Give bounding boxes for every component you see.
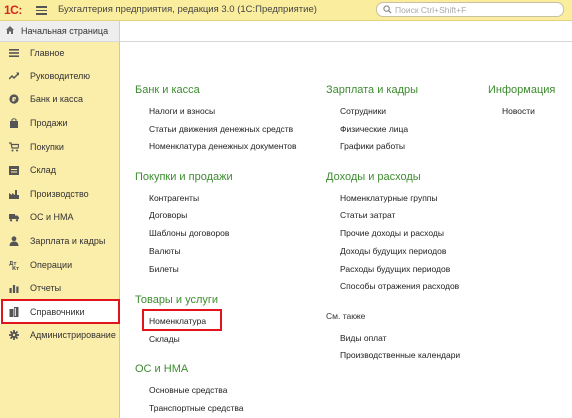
link-money-documents[interactable]: Номенклатура денежных документов <box>149 141 296 151</box>
sidebar-item-admin[interactable]: Администрирование <box>0 324 119 347</box>
sidebar-item-bank[interactable]: ₽ Банк и касса <box>0 88 119 111</box>
sidebar-item-label: Отчеты <box>30 283 62 293</box>
section-title-income: Доходы и расходы <box>326 171 421 183</box>
sidebar-item-label: Руководителю <box>30 71 91 81</box>
link-expense-reflection[interactable]: Способы отражения расходов <box>340 281 459 291</box>
cart-icon <box>9 142 19 152</box>
sidebar-item-label: Продажи <box>30 118 68 128</box>
sidebar-item-operations[interactable]: Дт Кт Операции <box>0 254 119 277</box>
coin-icon: ₽ <box>9 94 19 104</box>
section-title-bank: Банк и касса <box>135 84 200 96</box>
sidebar-item-label: Администрирование <box>30 330 116 340</box>
sidebar-item-main[interactable]: Главное <box>0 42 119 65</box>
title-bar: 1С: Бухгалтерия предприятия, редакция 3.… <box>0 0 572 21</box>
bag-icon <box>10 118 18 128</box>
sidebar-item-warehouse[interactable]: Склад <box>0 159 119 182</box>
home-icon <box>6 26 14 34</box>
svg-text:Кт: Кт <box>12 266 19 270</box>
section-title-sales: Покупки и продажи <box>135 171 233 183</box>
sidebar-item-label: Банк и касса <box>30 94 83 104</box>
list-icon <box>9 49 19 57</box>
search-input[interactable] <box>395 3 555 16</box>
sidebar-item-reports[interactable]: Отчеты <box>0 277 119 300</box>
search-icon <box>383 5 392 14</box>
sidebar-item-sales[interactable]: Продажи <box>0 112 119 135</box>
link-fixed-assets[interactable]: Основные средства <box>149 385 227 395</box>
link-employees[interactable]: Сотрудники <box>340 106 386 116</box>
link-currencies[interactable]: Валюты <box>149 246 181 256</box>
person-icon <box>9 236 19 246</box>
link-taxes[interactable]: Налоги и взносы <box>149 106 215 116</box>
sidebar-item-label: Покупки <box>30 142 64 152</box>
sidebar-item-salary[interactable]: Зарплата и кадры <box>0 230 119 253</box>
sidebar: Главное Руководителю ₽ Банк и касса Прод… <box>0 42 120 418</box>
chart-icon <box>9 285 19 293</box>
link-vehicles[interactable]: Транспортные средства <box>149 403 244 413</box>
sidebar-item-label: ОС и НМА <box>30 212 74 222</box>
search-box[interactable] <box>376 2 564 17</box>
link-other-income[interactable]: Прочие доходы и расходы <box>340 228 444 238</box>
highlight-frame-references <box>1 299 120 324</box>
link-cash-flow-items[interactable]: Статьи движения денежных средств <box>149 124 293 134</box>
section-title-goods: Товары и услуги <box>135 294 219 306</box>
tab-strip <box>120 21 572 42</box>
app-logo: 1С: <box>4 3 22 17</box>
link-warehouses[interactable]: Склады <box>149 334 180 344</box>
link-payment-types[interactable]: Виды оплат <box>340 333 387 343</box>
factory-icon <box>9 190 19 199</box>
section-title-salary: Зарплата и кадры <box>326 84 419 96</box>
link-contracts[interactable]: Договоры <box>149 210 187 220</box>
sidebar-item-label: Операции <box>30 260 73 270</box>
link-production-calendars[interactable]: Производственные календари <box>340 350 460 360</box>
warehouse-icon <box>9 166 19 175</box>
tab-home[interactable]: Начальная страница <box>0 21 120 42</box>
sidebar-item-purchases[interactable]: Покупки <box>0 136 119 159</box>
main-menu-icon[interactable] <box>36 4 47 16</box>
link-work-schedules[interactable]: Графики работы <box>340 141 405 151</box>
section-title-see-also: См. также <box>326 311 366 321</box>
tab-home-label: Начальная страница <box>21 26 109 36</box>
section-title-assets: ОС и НМА <box>135 363 189 375</box>
app-title: Бухгалтерия предприятия, редакция 3.0 (1… <box>58 4 317 15</box>
sidebar-item-label: Склад <box>30 165 57 175</box>
sidebar-item-manager[interactable]: Руководителю <box>0 65 119 88</box>
link-contract-templates[interactable]: Шаблоны договоров <box>149 228 229 238</box>
link-individuals[interactable]: Физические лица <box>340 124 408 134</box>
link-deferred-expenses[interactable]: Расходы будущих периодов <box>340 264 450 274</box>
sidebar-item-label: Зарплата и кадры <box>30 236 106 246</box>
truck-icon <box>9 214 19 222</box>
trend-icon <box>9 72 19 80</box>
sidebar-item-production[interactable]: Производство <box>0 183 119 206</box>
link-item-groups[interactable]: Номенклатурные группы <box>340 193 438 203</box>
section-title-info: Информация <box>488 84 556 96</box>
sidebar-item-label: Производство <box>30 189 89 199</box>
sidebar-item-assets[interactable]: ОС и НМА <box>0 206 119 229</box>
gear-icon <box>9 330 19 340</box>
link-tickets[interactable]: Билеты <box>149 264 179 274</box>
highlight-frame-nomenclature <box>142 309 222 331</box>
svg-text:₽: ₽ <box>12 95 17 103</box>
sidebar-item-label: Главное <box>30 48 65 58</box>
link-counterparties[interactable]: Контрагенты <box>149 193 199 203</box>
link-cost-items[interactable]: Статьи затрат <box>340 210 395 220</box>
operations-icon: ДтКт <box>9 261 19 270</box>
link-deferred-income[interactable]: Доходы будущих периодов <box>340 246 446 256</box>
link-news[interactable]: Новости <box>502 106 535 116</box>
